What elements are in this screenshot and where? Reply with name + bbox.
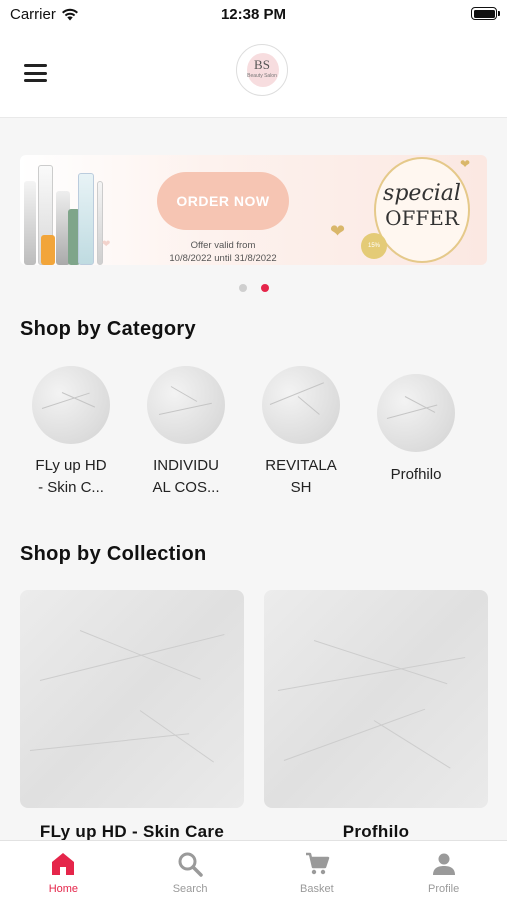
category-list: FLy up HD - Skin C... INDIVIDU AL COS...…	[0, 366, 507, 506]
category-section-title: Shop by Category	[20, 318, 196, 340]
menu-icon	[24, 64, 47, 67]
category-item[interactable]: REVITALA SH	[251, 366, 351, 499]
special-offer-badge: special OFFER	[374, 157, 470, 263]
collection-label[interactable]: FLy up HD - Skin Care	[20, 822, 244, 842]
cart-icon	[305, 852, 330, 875]
collection-section-title: Shop by Collection	[20, 543, 207, 565]
home-icon	[52, 853, 75, 875]
tab-home-label: Home	[48, 883, 79, 895]
person-icon	[432, 853, 455, 875]
heart-icon: ❤	[460, 157, 471, 171]
heart-icon: ❤	[102, 239, 111, 250]
tab-profile[interactable]: Profile	[380, 841, 507, 900]
carousel-dot[interactable]	[238, 284, 247, 292]
category-label: INDIVIDU AL COS...	[152, 457, 220, 496]
tab-basket[interactable]: Basket	[254, 841, 381, 900]
battery-icon	[471, 7, 500, 20]
product-image	[20, 155, 112, 265]
offer-text: OFFER	[385, 206, 459, 230]
category-item[interactable]: Profhilo	[366, 374, 466, 486]
collection-card[interactable]	[264, 590, 488, 808]
logo-monogram: BS	[254, 57, 270, 72]
discount-badge: 15%	[361, 233, 387, 259]
logo-tagline: Beauty Salon	[247, 73, 277, 79]
status-bar: Carrier 12:38 PM	[0, 0, 507, 30]
brand-logo[interactable]: BS Beauty Salon	[236, 44, 288, 96]
search-icon	[178, 852, 203, 877]
collection-label[interactable]: Profhilo	[264, 822, 488, 842]
tab-search[interactable]: Search	[127, 841, 254, 900]
collection-card[interactable]	[20, 590, 244, 808]
app-header: BS Beauty Salon	[0, 30, 507, 118]
category-label: REVITALA SH	[265, 457, 337, 496]
menu-button[interactable]	[24, 64, 47, 82]
carousel-pagination[interactable]	[0, 284, 507, 292]
category-image	[32, 366, 110, 444]
category-item[interactable]: FLy up HD - Skin C...	[21, 366, 121, 499]
tab-profile-label: Profile	[428, 883, 460, 895]
bottom-tab-bar: Home Search Basket Profile	[0, 840, 507, 900]
category-label: FLy up HD - Skin C...	[35, 457, 107, 496]
heart-icon: ❤	[330, 221, 346, 241]
tab-basket-label: Basket	[300, 883, 334, 895]
carousel-dot-active[interactable]	[260, 284, 269, 292]
special-text: special	[383, 181, 461, 206]
category-item[interactable]: INDIVIDU AL COS...	[136, 366, 236, 499]
tab-home[interactable]: Home	[0, 841, 127, 900]
order-now-button[interactable]: ORDER NOW	[157, 172, 289, 230]
promo-banner[interactable]: ORDER NOW Offer valid from 10/8/2022 unt…	[20, 155, 487, 265]
clock: 12:38 PM	[220, 6, 287, 23]
tab-search-label: Search	[172, 883, 208, 895]
category-image	[147, 366, 225, 444]
category-image	[262, 366, 340, 444]
category-image	[377, 374, 455, 452]
category-label: Profhilo	[390, 466, 442, 483]
offer-validity: Offer valid from 10/8/2022 until 31/8/20…	[169, 240, 277, 264]
